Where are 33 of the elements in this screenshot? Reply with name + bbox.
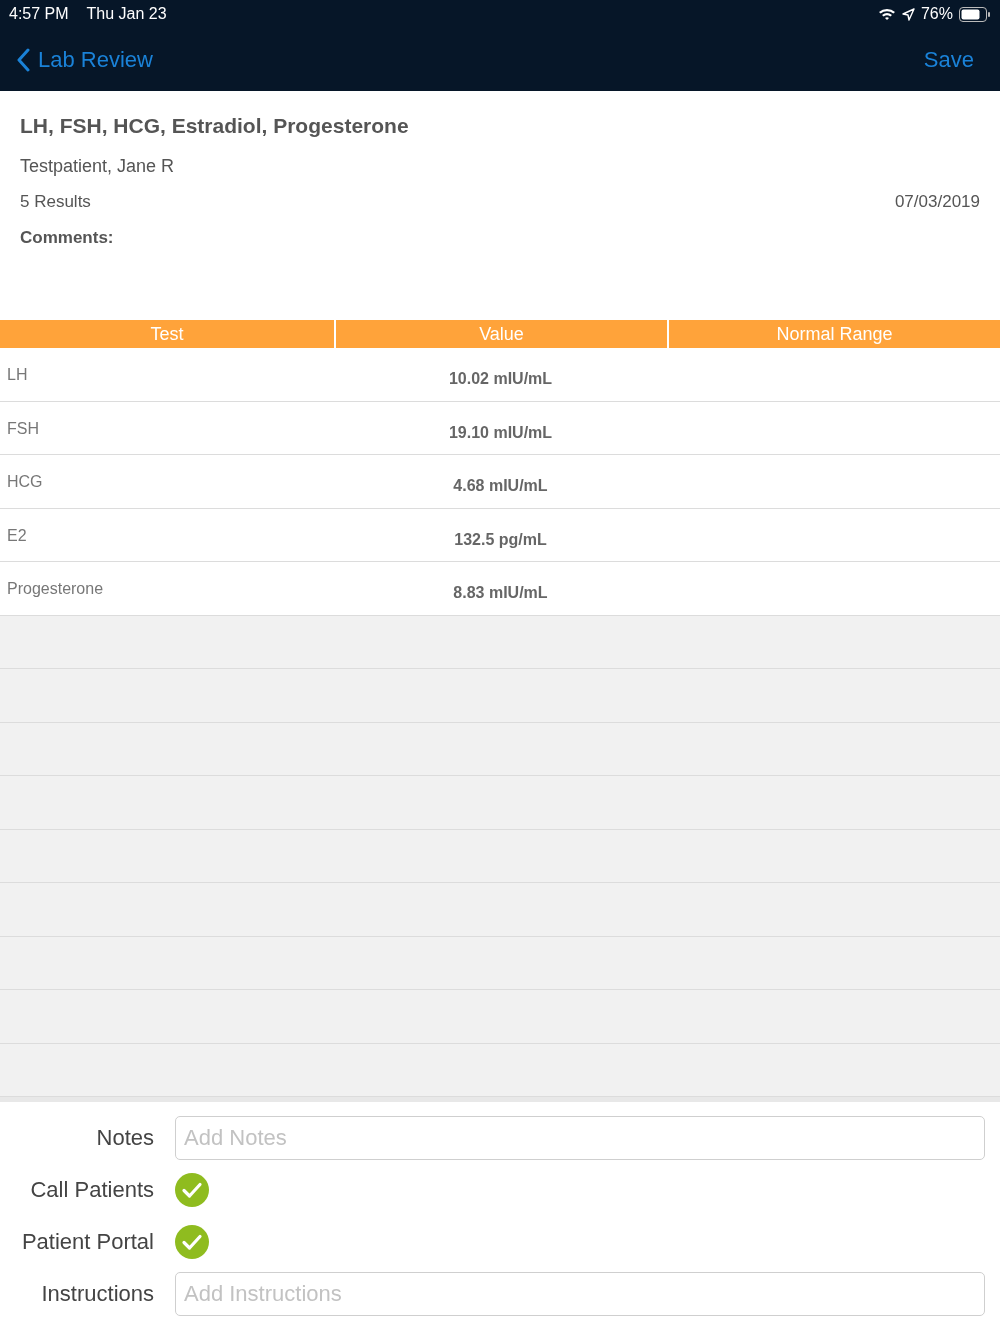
field-label: Call Patients — [29, 1177, 154, 1203]
test-name: LH — [6, 365, 29, 385]
save-button[interactable]: Save — [923, 46, 974, 73]
test-name: FSH — [6, 418, 40, 439]
results-count: 5 Results — [20, 191, 91, 213]
wifi-icon — [877, 7, 896, 21]
checkbox[interactable] — [175, 1225, 209, 1259]
test-name: Progesterone — [6, 579, 105, 599]
location-arrow-icon — [901, 7, 915, 21]
test-value: 4.68 mIU/mL — [452, 476, 549, 496]
status-time: 4:57 PM — [9, 5, 69, 23]
test-name: HCG — [6, 472, 44, 492]
lab-title: LH, FSH, HCG, Estradiol, Progesterone — [20, 113, 410, 139]
input-field[interactable]: Add Notes — [175, 1116, 985, 1160]
status-date: Thu Jan 23 — [86, 5, 167, 23]
test-value: 19.10 mIU/mL — [447, 422, 554, 443]
field-label: Instructions — [40, 1281, 154, 1307]
comments-label: Comments: — [20, 227, 115, 249]
test-value: 8.83 mIU/mL — [452, 583, 549, 603]
patient-name: Testpatient, Jane R — [20, 155, 176, 178]
battery-icon — [959, 6, 991, 22]
test-name: E2 — [6, 525, 28, 546]
test-value: 132.5 pg/mL — [453, 529, 548, 550]
column-header: Test — [149, 323, 185, 346]
back-button[interactable]: Lab Review — [16, 46, 153, 73]
input-field[interactable]: Add Instructions — [175, 1272, 985, 1316]
test-value: 10.02 mIU/mL — [447, 369, 554, 389]
field-label: Patient Portal — [20, 1229, 154, 1255]
result-date: 07/03/2019 — [894, 191, 980, 213]
battery-percent: 76% — [920, 5, 953, 23]
field-label: Notes — [95, 1125, 154, 1151]
chevron-left-icon — [16, 47, 30, 72]
checkbox[interactable] — [175, 1173, 209, 1207]
